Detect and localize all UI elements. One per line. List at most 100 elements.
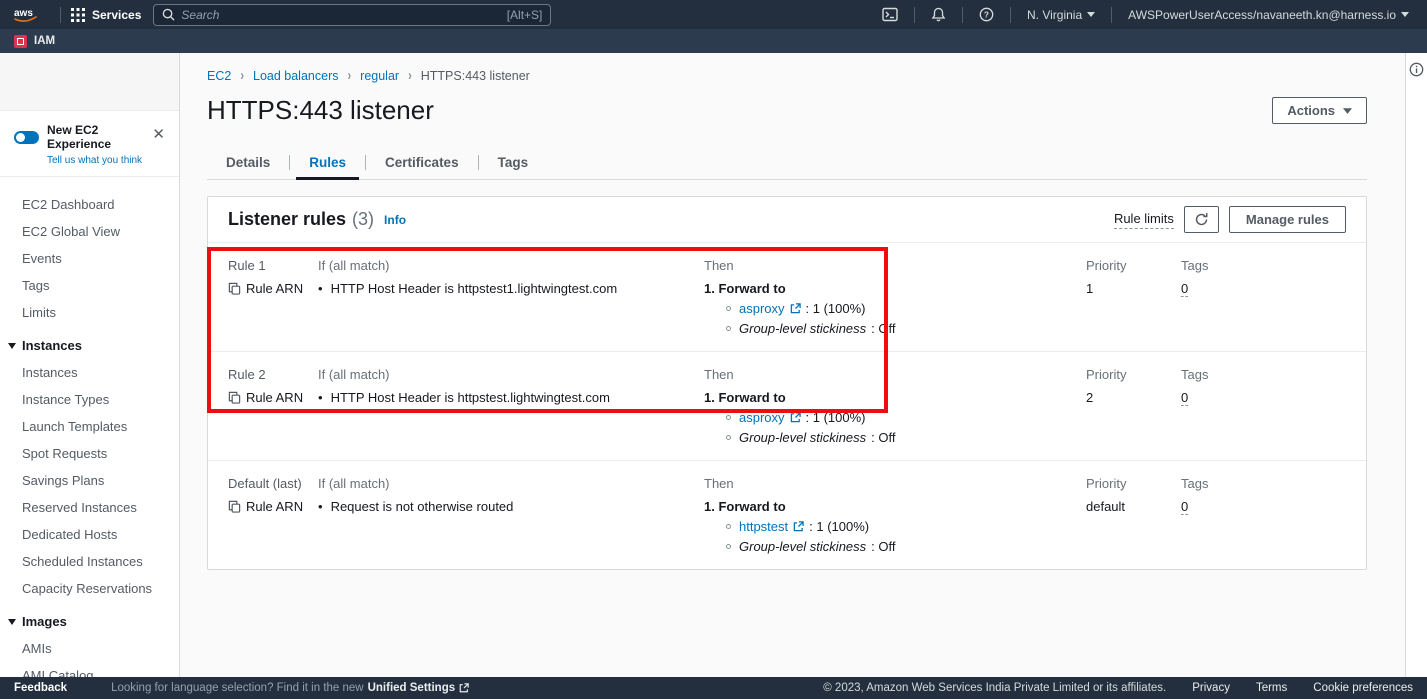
bullet: •	[318, 390, 323, 405]
region-selector[interactable]: N. Virginia	[1021, 8, 1101, 22]
sidebar-item-events[interactable]: Events	[0, 245, 179, 272]
sidebar-item-spot-requests[interactable]: Spot Requests	[0, 440, 179, 467]
rule-arn-copy[interactable]: Rule ARN	[228, 281, 318, 296]
tags-column-header: Tags	[1181, 367, 1366, 382]
external-link-icon	[790, 303, 801, 314]
global-search[interactable]: [Alt+S]	[153, 4, 551, 26]
chevron-down-icon	[1401, 12, 1409, 17]
cookie-preferences-link[interactable]: Cookie preferences	[1313, 682, 1413, 694]
forward-number: 1.	[704, 499, 715, 514]
sidebar-item-capacity-reservations[interactable]: Capacity Reservations	[0, 575, 179, 602]
sidebar-nav-list: EC2 Dashboard EC2 Global View Events Tag…	[0, 177, 179, 677]
services-menu-button[interactable]: Services	[71, 8, 141, 22]
sidebar-item-dedicated-hosts[interactable]: Dedicated Hosts	[0, 521, 179, 548]
search-shortcut-hint: [Alt+S]	[507, 8, 543, 22]
rule-arn-label: Rule ARN	[246, 390, 303, 405]
rule-then-cell: Then 1. Forward to asproxy : 1 (100%)	[704, 258, 1086, 336]
search-input[interactable]	[181, 8, 500, 22]
tags-count-link[interactable]: 0	[1181, 281, 1188, 297]
tab-tags[interactable]: Tags	[479, 146, 548, 179]
rule-limits-link[interactable]: Rule limits	[1114, 211, 1174, 229]
account-label: AWSPowerUserAccess/navaneeth.kn@harness.…	[1128, 8, 1396, 22]
sidebar-section-instances[interactable]: Instances	[0, 326, 179, 359]
cloudshell-button[interactable]	[876, 7, 904, 22]
chevron-right-icon: ›	[240, 68, 244, 84]
sidebar-item-scheduled-instances[interactable]: Scheduled Instances	[0, 548, 179, 575]
sidebar-item-ami-catalog[interactable]: AMI Catalog	[0, 662, 179, 677]
page-header: HTTPS:443 listener Actions	[207, 95, 1367, 126]
manage-rules-button[interactable]: Manage rules	[1229, 206, 1346, 233]
tags-count-link[interactable]: 0	[1181, 499, 1188, 515]
stickiness-label: Group-level stickiness	[739, 430, 866, 445]
info-icon[interactable]	[1409, 62, 1424, 77]
divider	[60, 7, 61, 23]
feedback-link[interactable]: Tell us what you think	[47, 155, 148, 166]
forward-number: 1.	[704, 281, 715, 296]
stickiness-value: : Off	[871, 539, 895, 554]
actions-label: Actions	[1287, 103, 1335, 118]
rule-name-cell: Rule 2 Rule ARN	[228, 367, 318, 445]
tab-certificates[interactable]: Certificates	[366, 146, 478, 179]
language-note-text: Looking for language selection? Find it …	[111, 682, 364, 694]
info-link[interactable]: Info	[384, 213, 406, 227]
priority-column-header: Priority	[1086, 367, 1181, 382]
rule-arn-label: Rule ARN	[246, 281, 303, 296]
rule-name: Rule 2	[228, 367, 318, 382]
actions-button[interactable]: Actions	[1272, 97, 1367, 124]
breadcrumb-regular[interactable]: regular	[360, 69, 399, 83]
target-group-link[interactable]: httpstest	[739, 519, 788, 534]
sidebar-item-ec2-dashboard[interactable]: EC2 Dashboard	[0, 191, 179, 218]
copyright-text: © 2023, Amazon Web Services India Privat…	[823, 682, 1166, 694]
privacy-link[interactable]: Privacy	[1192, 682, 1230, 694]
breadcrumb-ec2[interactable]: EC2	[207, 69, 231, 83]
sidebar-item-instances[interactable]: Instances	[0, 359, 179, 386]
breadcrumb: EC2 › Load balancers › regular › HTTPS:4…	[207, 69, 1367, 83]
svg-text:?: ?	[984, 10, 989, 20]
tab-details[interactable]: Details	[207, 146, 289, 179]
tab-bar: Details Rules Certificates Tags	[207, 146, 1367, 180]
sidebar-item-limits[interactable]: Limits	[0, 299, 179, 326]
account-menu[interactable]: AWSPowerUserAccess/navaneeth.kn@harness.…	[1122, 8, 1415, 22]
tags-count-link[interactable]: 0	[1181, 390, 1188, 406]
feedback-button[interactable]: Feedback	[14, 682, 67, 694]
help-icon: ?	[979, 7, 994, 22]
sidebar-top-spacer	[0, 53, 179, 111]
aws-logo-icon: aws	[12, 6, 40, 24]
new-experience-toggle[interactable]	[14, 131, 39, 144]
ec2-console-page: aws Services [Alt+S]	[0, 0, 1427, 699]
tab-rules[interactable]: Rules	[290, 146, 365, 179]
bell-icon	[931, 7, 946, 22]
aws-logo[interactable]: aws	[12, 6, 40, 24]
sidebar-item-savings-plans[interactable]: Savings Plans	[0, 467, 179, 494]
favorite-iam-link[interactable]: IAM	[34, 35, 55, 47]
help-button[interactable]: ?	[973, 7, 1000, 22]
close-icon[interactable]: ✕	[148, 123, 169, 145]
refresh-button[interactable]	[1184, 206, 1219, 233]
sidebar-item-launch-templates[interactable]: Launch Templates	[0, 413, 179, 440]
sidebar-item-instance-types[interactable]: Instance Types	[0, 386, 179, 413]
target-group-link[interactable]: asproxy	[739, 301, 785, 316]
copy-icon	[228, 500, 241, 513]
target-group-link[interactable]: asproxy	[739, 410, 785, 425]
sidebar-item-reserved-instances[interactable]: Reserved Instances	[0, 494, 179, 521]
rule-arn-copy[interactable]: Rule ARN	[228, 390, 318, 405]
sidebar-section-images[interactable]: Images	[0, 602, 179, 635]
breadcrumb-load-balancers[interactable]: Load balancers	[253, 69, 338, 83]
rules-list: Rule 1 Rule ARN If (all match) •HTTP Hos…	[208, 242, 1366, 569]
priority-value: 1	[1086, 281, 1181, 296]
services-label: Services	[92, 8, 141, 22]
terms-link[interactable]: Terms	[1256, 682, 1287, 694]
sidebar-item-tags[interactable]: Tags	[0, 272, 179, 299]
chevron-right-icon: ›	[347, 68, 351, 84]
iam-service-icon	[14, 35, 27, 48]
panel-title: Listener rules	[228, 209, 346, 230]
bullet: •	[318, 281, 323, 296]
rule-arn-label: Rule ARN	[246, 499, 303, 514]
rule-row-default: Default (last) Rule ARN If (all match) •…	[208, 461, 1366, 569]
notifications-button[interactable]	[925, 7, 952, 22]
rule-arn-copy[interactable]: Rule ARN	[228, 499, 318, 514]
sidebar: New EC2 Experience Tell us what you thin…	[0, 53, 180, 677]
sidebar-item-amis[interactable]: AMIs	[0, 635, 179, 662]
sidebar-item-ec2-global-view[interactable]: EC2 Global View	[0, 218, 179, 245]
unified-settings-link[interactable]: Unified Settings	[368, 682, 456, 694]
